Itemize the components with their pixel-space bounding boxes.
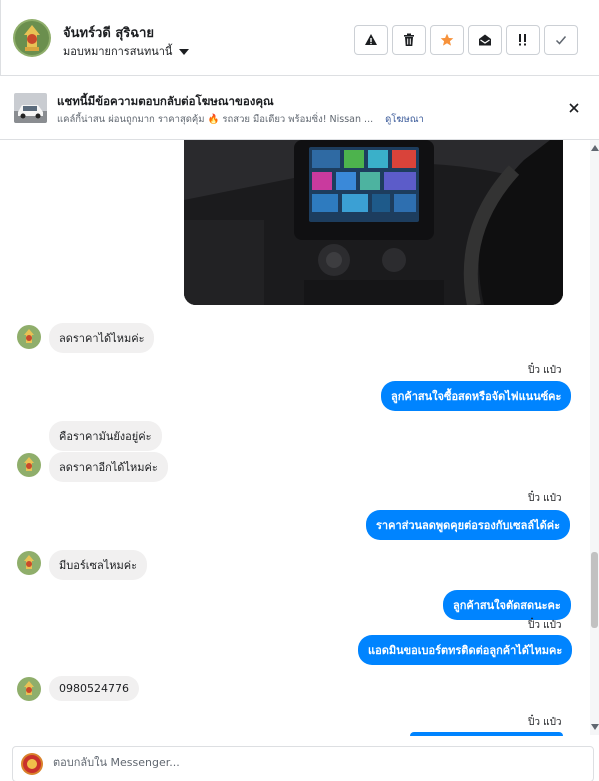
- seen-by-label: ปิ๋ว แป๋ว: [528, 620, 562, 631]
- incoming-message[interactable]: มีบอร์เซลไหมค่ะ: [49, 550, 148, 580]
- close-banner-button[interactable]: [567, 100, 581, 114]
- close-icon: [569, 103, 579, 113]
- incoming-message[interactable]: 0980524776: [49, 676, 139, 701]
- ad-reply-banner: แชทนี้มีข้อความตอบกลับต่อโฆษณาของคุณ แคล…: [0, 76, 599, 140]
- trash-icon: [404, 33, 414, 46]
- conversation-header: จันทร์วดี สุริฉาย มอบหมายการสนทนานี้: [0, 0, 599, 76]
- follow-up-button[interactable]: [506, 25, 540, 55]
- star-button[interactable]: [430, 25, 464, 55]
- scroll-up-arrow-icon[interactable]: [591, 145, 599, 151]
- page-avatar: [21, 753, 43, 775]
- seen-by-label: ปิ๋ว แป๋ว: [528, 717, 562, 728]
- delete-button[interactable]: [392, 25, 426, 55]
- contact-avatar-small: [17, 453, 41, 477]
- assign-conversation-dropdown[interactable]: มอบหมายการสนทนานี้: [63, 42, 190, 60]
- view-ad-link[interactable]: ดูโฆษณา: [385, 112, 424, 127]
- exclamation-icon: [519, 34, 526, 46]
- seen-by-label: ปิ๋ว แป๋ว: [528, 365, 562, 376]
- car-interior-photo[interactable]: [184, 140, 563, 305]
- outgoing-message-partial[interactable]: [410, 732, 563, 736]
- done-button[interactable]: [544, 25, 578, 55]
- outgoing-message[interactable]: ราคาส่วนลดพูดคุยต่อรองกับเซลล์ได้ค่ะ: [366, 510, 571, 540]
- caret-down-icon: [179, 48, 190, 55]
- assign-label: มอบหมายการสนทนานี้: [63, 45, 173, 58]
- contact-name[interactable]: จันทร์วดี สุริฉาย: [63, 22, 154, 43]
- incoming-message[interactable]: ลดราคาอีกได้ไหมค่ะ: [49, 452, 168, 482]
- warning-icon: [365, 34, 377, 45]
- envelope-open-icon: [479, 34, 491, 46]
- ad-banner-title: แชทนี้มีข้อความตอบกลับต่อโฆษณาของคุณ: [57, 94, 274, 108]
- contact-avatar-small: [17, 677, 41, 701]
- reply-input[interactable]: [53, 756, 573, 769]
- ad-banner-subtitle: แคล์กี้น่าสน ผ่อนถูกมาก ราคาสุดคุ้ม 🔥 รถ…: [57, 112, 424, 127]
- contact-avatar-small: [17, 325, 41, 349]
- star-icon: [440, 33, 454, 46]
- outgoing-message[interactable]: ลูกค้าสนใจตัดสดนะคะ: [443, 590, 571, 620]
- reply-composer[interactable]: [12, 746, 594, 781]
- incoming-message[interactable]: คือราคามันยังอยู่ค่ะ: [49, 421, 162, 451]
- report-button[interactable]: [354, 25, 388, 55]
- scroll-down-arrow-icon[interactable]: [591, 724, 599, 730]
- conversation-toolbar: [354, 25, 578, 55]
- ad-thumbnail[interactable]: [14, 93, 47, 123]
- contact-avatar[interactable]: [13, 19, 51, 57]
- seen-by-label: ปิ๋ว แป๋ว: [528, 493, 562, 504]
- outgoing-message[interactable]: ลูกค้าสนใจซื้อสดหรือจัดไฟแนนซ์คะ: [381, 381, 572, 411]
- thread-scrollbar[interactable]: [590, 140, 599, 735]
- contact-avatar-small: [17, 551, 41, 575]
- mark-unread-button[interactable]: [468, 25, 502, 55]
- ad-description: แคล์กี้น่าสน ผ่อนถูกมาก ราคาสุดคุ้ม 🔥 รถ…: [57, 114, 374, 125]
- outgoing-message[interactable]: แอดมินขอเบอร์ตทรติดต่อลูกค้าได้ไหมคะ: [358, 635, 573, 665]
- scrollbar-thumb[interactable]: [591, 552, 598, 628]
- check-icon: [555, 36, 567, 45]
- incoming-message[interactable]: ลดราคาได้ไหมค่ะ: [49, 323, 155, 353]
